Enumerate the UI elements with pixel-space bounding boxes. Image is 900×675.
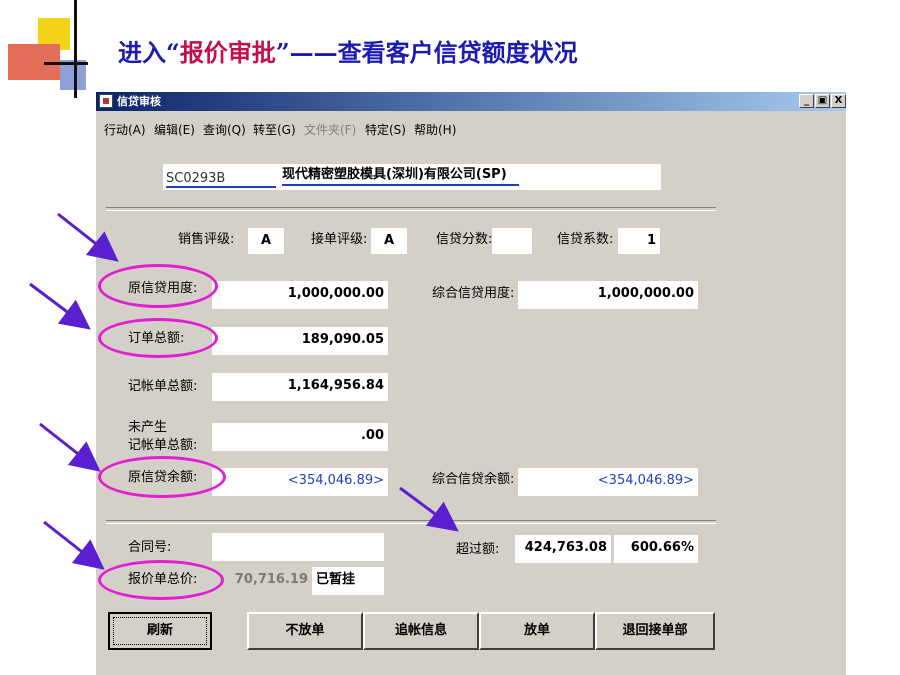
arrow-icon (57, 212, 119, 262)
arrow-icon (29, 282, 91, 330)
arrow-icon (43, 520, 105, 570)
annotation-arrows (29, 212, 459, 570)
arrow-icon (39, 422, 101, 472)
arrow-icon (399, 486, 459, 532)
